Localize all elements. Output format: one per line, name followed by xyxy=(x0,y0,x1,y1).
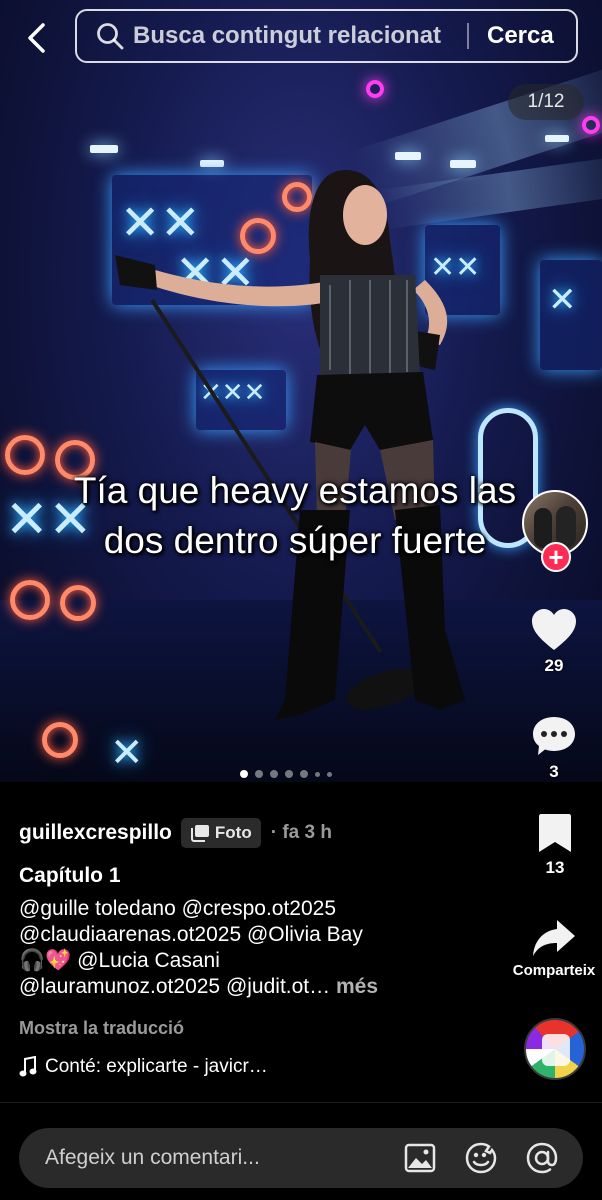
add-image-button[interactable] xyxy=(403,1141,437,1175)
search-input[interactable] xyxy=(133,22,457,50)
carousel-dot[interactable] xyxy=(285,770,293,778)
description-mention[interactable]: @Lucia Casani xyxy=(77,949,220,972)
search-submit-button[interactable]: Cerca xyxy=(487,22,554,50)
stage-magenta-light xyxy=(582,116,600,134)
neon-o xyxy=(5,435,45,475)
search-bar[interactable]: Cerca xyxy=(75,9,578,63)
image-overlay-caption: Tía que heavy estamos las dos dentro súp… xyxy=(40,466,550,566)
image-icon xyxy=(404,1143,436,1173)
bookmark-count: 13 xyxy=(545,858,565,877)
post-type-label: Foto xyxy=(214,823,252,842)
comment-input[interactable] xyxy=(45,1146,395,1170)
back-button[interactable] xyxy=(18,18,54,58)
post-meta-row: guillexcrespillo Foto · fa 3 h xyxy=(19,818,332,848)
comment-button[interactable]: 3 xyxy=(519,714,589,782)
like-count: 29 xyxy=(544,656,564,675)
post-time-ago: · fa 3 h xyxy=(270,822,332,843)
emoji-button[interactable] xyxy=(464,1141,498,1175)
share-label: Comparteix xyxy=(512,962,596,979)
caption-line: dos dentro súper fuerte xyxy=(103,520,487,561)
carousel-dot[interactable] xyxy=(240,770,248,778)
music-label: Conté: explicarte - javicr… xyxy=(45,1056,268,1077)
carousel-dot[interactable] xyxy=(315,771,320,777)
carousel-indicator xyxy=(240,770,332,778)
comment-icon xyxy=(533,717,575,755)
carousel-dot[interactable] xyxy=(270,770,278,778)
neon-o xyxy=(60,585,96,621)
carousel-dot[interactable] xyxy=(327,771,332,777)
stage-spotlight xyxy=(90,145,118,153)
more-link[interactable]: més xyxy=(336,975,378,998)
plus-icon: + xyxy=(548,542,564,572)
heart-icon xyxy=(532,609,576,650)
image-counter-badge: 1/12 xyxy=(508,84,584,120)
neon-x: ✕ xyxy=(548,280,577,320)
search-icon xyxy=(97,23,124,50)
comment-count: 3 xyxy=(549,762,559,781)
mention-button[interactable] xyxy=(525,1141,559,1175)
like-button[interactable]: 29 xyxy=(519,608,589,676)
comment-area xyxy=(0,1102,602,1200)
post-type-badge: Foto xyxy=(180,818,261,848)
music-disc-thumbnail[interactable] xyxy=(524,1018,586,1080)
share-icon xyxy=(533,920,575,956)
neon-o xyxy=(10,580,50,620)
post-description[interactable]: @guille toledano @crespo.ot2025 @claudia… xyxy=(19,896,489,1000)
description-line: @claudiaarenas.ot2025 @Olivia Bay xyxy=(19,923,363,946)
music-info-row[interactable]: Conté: explicarte - javicr… xyxy=(19,1056,268,1078)
stage-spotlight xyxy=(545,135,569,142)
stage-magenta-light xyxy=(366,80,384,98)
neon-o xyxy=(42,722,78,758)
description-emoji: 🎧💖 xyxy=(19,949,72,972)
show-translation-link[interactable]: Mostra la traducció xyxy=(19,1018,184,1039)
photo-stack-icon xyxy=(190,825,209,842)
description-mention[interactable]: @lauramunoz.ot2025 @judit.ot… xyxy=(19,975,330,998)
image-counter-label: 1/12 xyxy=(527,91,565,112)
chevron-left-icon xyxy=(28,23,45,53)
performer-figure xyxy=(115,170,465,720)
at-icon xyxy=(526,1142,558,1174)
post-info-panel: guillexcrespillo Foto · fa 3 h Capítulo … xyxy=(0,782,602,1102)
description-line: 🎧💖 @Lucia Casani xyxy=(19,948,489,974)
carousel-dot[interactable] xyxy=(300,770,308,778)
author-username[interactable]: guillexcrespillo xyxy=(19,821,172,845)
follow-button[interactable]: + xyxy=(541,542,571,572)
stage-spotlight xyxy=(395,152,421,160)
post-photo[interactable]: ✕✕ ✕✕ ✕✕✕ ✕✕ ✕ ✕✕ ✕ Busca contingut rela… xyxy=(0,0,602,782)
description-line: @lauramunoz.ot2025 @judit.ot… més xyxy=(19,974,489,1000)
caption-line: Tía que heavy estamos las xyxy=(73,470,517,511)
carousel-dot[interactable] xyxy=(255,770,263,778)
share-button[interactable]: Comparteix xyxy=(494,918,602,979)
bookmark-icon xyxy=(539,814,571,852)
description-line: @guille toledano @crespo.ot2025 xyxy=(19,897,337,920)
bookmark-button[interactable]: 13 xyxy=(520,812,590,878)
emoji-icon xyxy=(465,1142,497,1174)
search-divider xyxy=(467,23,469,49)
post-title: Capítulo 1 xyxy=(19,864,121,887)
creator-avatar-group[interactable]: + xyxy=(522,490,588,574)
comment-bar[interactable] xyxy=(19,1128,583,1188)
music-note-icon xyxy=(19,1056,37,1077)
